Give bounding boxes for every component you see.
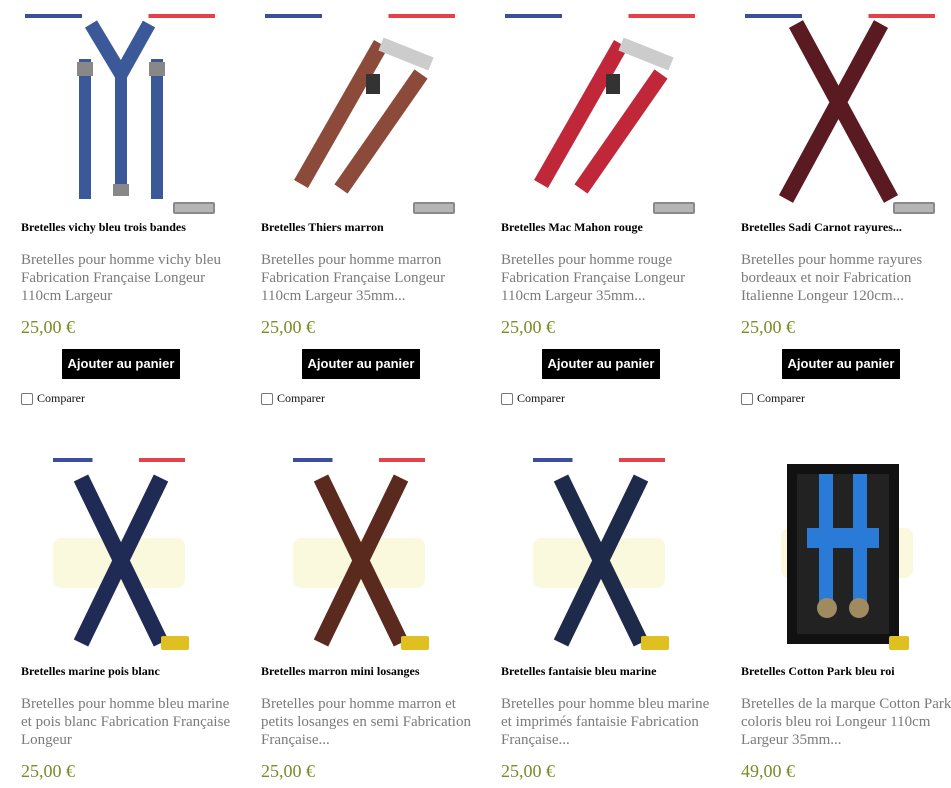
product-image[interactable] <box>21 14 221 214</box>
product-name[interactable]: Bretelles Sadi Carnot rayures... <box>741 220 902 235</box>
product-image[interactable] <box>501 14 701 214</box>
brand-badge-icon <box>161 636 189 650</box>
product-grid: Bretelles vichy bleu trois bandes Bretel… <box>0 0 951 788</box>
product-name[interactable]: Bretelles Cotton Park bleu roi <box>741 664 895 679</box>
product-price: 25,00 € <box>261 761 315 781</box>
product-price: 49,00 € <box>741 761 795 781</box>
product-name[interactable]: Bretelles marron mini losanges <box>261 664 420 679</box>
product-description: Bretelles pour homme bleu marine et impr… <box>501 696 710 748</box>
suspenders-image <box>294 37 434 194</box>
add-to-cart-button[interactable]: Ajouter au panier <box>62 349 180 379</box>
product-price: 25,00 € <box>501 317 555 337</box>
checkbox-icon[interactable] <box>261 392 273 405</box>
product-image[interactable] <box>501 458 701 658</box>
checkbox-icon[interactable] <box>501 392 513 405</box>
suspenders-image <box>313 474 409 647</box>
product-image[interactable] <box>741 14 941 214</box>
product-description: Bretelles pour homme rouge Fabrication F… <box>501 252 686 304</box>
compare-checkbox[interactable]: Comparer <box>261 391 325 406</box>
compare-label: Comparer <box>37 391 85 405</box>
product-name[interactable]: Bretelles Mac Mahon rouge <box>501 220 643 235</box>
product-price: 25,00 € <box>741 317 795 337</box>
product-price: 25,00 € <box>21 761 75 781</box>
brand-badge-icon <box>653 202 695 214</box>
product-name[interactable]: Bretelles fantaisie bleu marine <box>501 664 656 679</box>
compare-label: Comparer <box>757 391 805 405</box>
suspenders-image <box>73 474 169 647</box>
checkbox-icon[interactable] <box>741 392 753 405</box>
product-image[interactable] <box>741 458 941 658</box>
checkbox-icon[interactable] <box>21 392 33 405</box>
product-price: 25,00 € <box>501 761 555 781</box>
product-image[interactable] <box>261 14 461 214</box>
product-name[interactable]: Bretelles marine pois blanc <box>21 664 160 679</box>
brand-badge-icon <box>641 636 669 650</box>
product-price: 25,00 € <box>21 317 75 337</box>
compare-checkbox[interactable]: Comparer <box>21 391 85 406</box>
product-description: Bretelles pour homme rayures bordeaux et… <box>741 252 923 304</box>
product-image[interactable] <box>21 458 221 658</box>
add-to-cart-button[interactable]: Ajouter au panier <box>542 349 660 379</box>
suspenders-image <box>787 464 899 644</box>
brand-badge-icon <box>173 202 215 214</box>
product-price: 25,00 € <box>261 317 315 337</box>
compare-label: Comparer <box>517 391 565 405</box>
compare-checkbox[interactable]: Comparer <box>741 391 805 406</box>
compare-label: Comparer <box>277 391 325 405</box>
product-description: Bretelles de la marque Cotton Park color… <box>741 696 951 748</box>
suspenders-image <box>534 37 674 194</box>
brand-badge-icon <box>401 636 429 650</box>
brand-badge-icon <box>413 202 455 214</box>
product-description: Bretelles pour homme marron Fabrication … <box>261 252 446 304</box>
suspenders-image <box>553 474 649 647</box>
compare-checkbox[interactable]: Comparer <box>501 391 565 406</box>
suspenders-image <box>778 20 899 203</box>
product-image[interactable] <box>261 458 461 658</box>
brand-badge-icon <box>893 202 935 214</box>
product-description: Bretelles pour homme marron et petits lo… <box>261 696 471 748</box>
product-description: Bretelles pour homme vichy bleu Fabricat… <box>21 252 221 304</box>
add-to-cart-button[interactable]: Ajouter au panier <box>782 349 900 379</box>
product-description: Bretelles pour homme bleu marine et pois… <box>21 696 231 748</box>
product-name[interactable]: Bretelles vichy bleu trois bandes <box>21 220 186 235</box>
product-name[interactable]: Bretelles Thiers marron <box>261 220 384 235</box>
suspenders-image <box>77 20 165 199</box>
brand-badge-icon <box>889 636 909 650</box>
add-to-cart-button[interactable]: Ajouter au panier <box>302 349 420 379</box>
